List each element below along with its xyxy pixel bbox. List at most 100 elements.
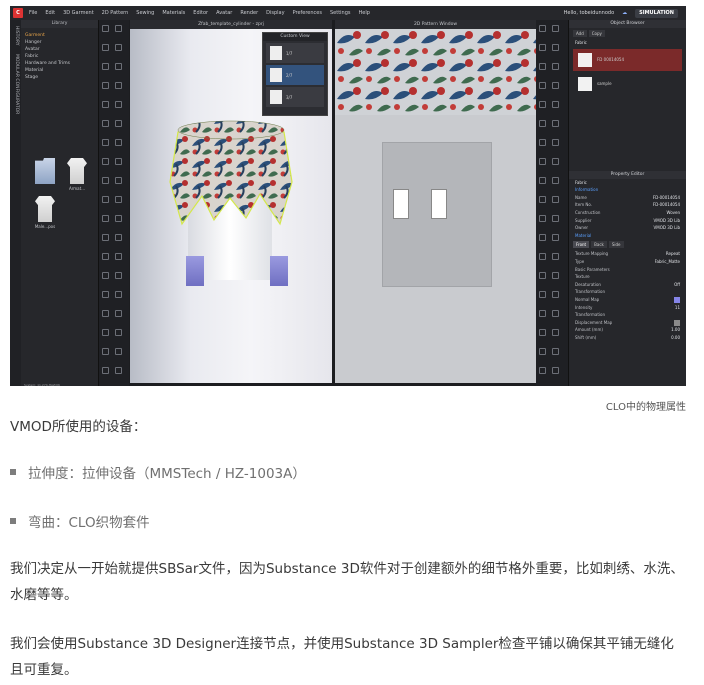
menu-sewing[interactable]: Sewing [136,10,154,16]
tool-icon[interactable] [539,348,546,355]
tool-icon[interactable] [552,196,559,203]
tool-icon[interactable] [115,253,122,260]
menu-avatar[interactable]: Avatar [216,10,232,16]
menu-help[interactable]: Help [359,10,370,16]
tool-icon[interactable] [539,253,546,260]
menu-display[interactable]: Display [266,10,284,16]
tool-icon[interactable] [539,215,546,222]
tree-item-avatar[interactable]: Avatar [25,46,94,53]
tool-icon[interactable] [115,234,122,241]
tool-icon[interactable] [552,25,559,32]
custom-view-item[interactable]: 2/7 [266,65,324,85]
tool-icon[interactable] [102,234,109,241]
custom-view-item[interactable]: 3/7 [266,87,324,107]
property-row[interactable]: Displacement Map [569,319,686,327]
material-section[interactable]: Material [569,232,686,240]
cloud-icon[interactable]: ☁ [622,10,627,16]
tool-icon[interactable] [552,272,559,279]
property-row[interactable]: Normal Map [569,296,686,304]
menu-settings[interactable]: Settings [330,10,351,16]
tool-icon[interactable] [102,63,109,70]
draped-fabric[interactable] [168,112,294,232]
tool-icon[interactable] [539,310,546,317]
tree-item-fabric[interactable]: Fabric [25,53,94,60]
tool-icon[interactable] [115,101,122,108]
tool-icon[interactable] [552,310,559,317]
tool-icon[interactable] [539,177,546,184]
3d-viewport[interactable]: Zfab_template_cylinder - zprj Custom Vie… [130,20,332,383]
pattern-piece[interactable] [393,189,409,219]
tool-icon[interactable] [102,25,109,32]
property-row[interactable]: Texture Mapping Repeat [569,250,686,258]
tool-icon[interactable] [115,215,122,222]
tool-icon[interactable] [552,177,559,184]
tool-icon[interactable] [102,291,109,298]
property-row[interactable]: Supplier VMOD 3D Lib [569,217,686,225]
library-item[interactable]: Armat... [63,158,91,198]
tab-side[interactable]: Side [608,241,624,249]
tool-icon[interactable] [102,310,109,317]
property-row[interactable]: Desaturation Off [569,281,686,289]
tool-icon[interactable] [115,196,122,203]
tool-icon[interactable] [552,329,559,336]
info-section[interactable]: Information [569,186,686,194]
tab-history[interactable]: HISTORY [14,26,19,45]
tool-icon[interactable] [115,158,122,165]
tool-icon[interactable] [552,82,559,89]
tool-icon[interactable] [102,329,109,336]
tool-icon[interactable] [539,196,546,203]
tool-icon[interactable] [539,234,546,241]
tool-icon[interactable] [102,367,109,374]
menu-render[interactable]: Render [240,10,258,16]
property-row[interactable]: Construction Woven [569,209,686,217]
library-item[interactable] [31,158,59,198]
add-button[interactable]: Add [573,30,587,37]
menu-2d-pattern[interactable]: 2D Pattern [102,10,129,16]
menu-3d-garment[interactable]: 3D Garment [63,10,94,16]
tool-icon[interactable] [552,348,559,355]
library-item[interactable]: Male...pos [31,196,59,236]
simulation-badge[interactable]: SIMULATION [635,8,678,18]
tool-icon[interactable] [539,291,546,298]
tool-icon[interactable] [102,215,109,222]
color-swatch[interactable] [674,319,680,326]
menu-editor[interactable]: Editor [193,10,208,16]
tool-icon[interactable] [539,63,546,70]
property-row[interactable]: Item No. FD-00014054 [569,201,686,209]
pattern-piece[interactable] [431,189,447,219]
copy-button[interactable]: Copy [588,30,605,37]
property-row[interactable]: Owner VMOD 3D Lib [569,224,686,232]
tool-icon[interactable] [102,120,109,127]
tab-modular-configurator[interactable]: MODULAR CONFIGURATOR [14,54,19,114]
tool-icon[interactable] [115,291,122,298]
color-swatch[interactable] [674,296,680,303]
2d-pattern-window[interactable]: 2D Pattern Window [335,20,536,383]
tool-icon[interactable] [115,63,122,70]
menu-file[interactable]: File [29,10,37,16]
property-row[interactable]: Basic Parameters [569,266,686,274]
object-item[interactable]: FD 00014054 [573,48,682,71]
tool-icon[interactable] [102,272,109,279]
tool-icon[interactable] [552,253,559,260]
tool-icon[interactable] [115,82,122,89]
property-row[interactable]: Name FD-00014054 [569,194,686,202]
tool-icon[interactable] [552,291,559,298]
tool-icon[interactable] [539,329,546,336]
tool-icon[interactable] [539,44,546,51]
tool-icon[interactable] [115,367,122,374]
user-greeting[interactable]: Hello, tobeidunnodo [564,10,614,16]
tool-icon[interactable] [102,177,109,184]
tool-icon[interactable] [102,196,109,203]
tool-icon[interactable] [115,120,122,127]
tool-icon[interactable] [102,139,109,146]
tool-icon[interactable] [102,158,109,165]
tree-item-stage[interactable]: Stage [25,74,94,81]
tree-item-garment[interactable]: Garment [25,32,94,39]
tool-icon[interactable] [552,215,559,222]
property-row[interactable]: Type Fabric_Matte [569,258,686,266]
tool-icon[interactable] [552,120,559,127]
tool-icon[interactable] [115,177,122,184]
tool-icon[interactable] [115,25,122,32]
tool-icon[interactable] [115,44,122,51]
menu-materials[interactable]: Materials [162,10,185,16]
